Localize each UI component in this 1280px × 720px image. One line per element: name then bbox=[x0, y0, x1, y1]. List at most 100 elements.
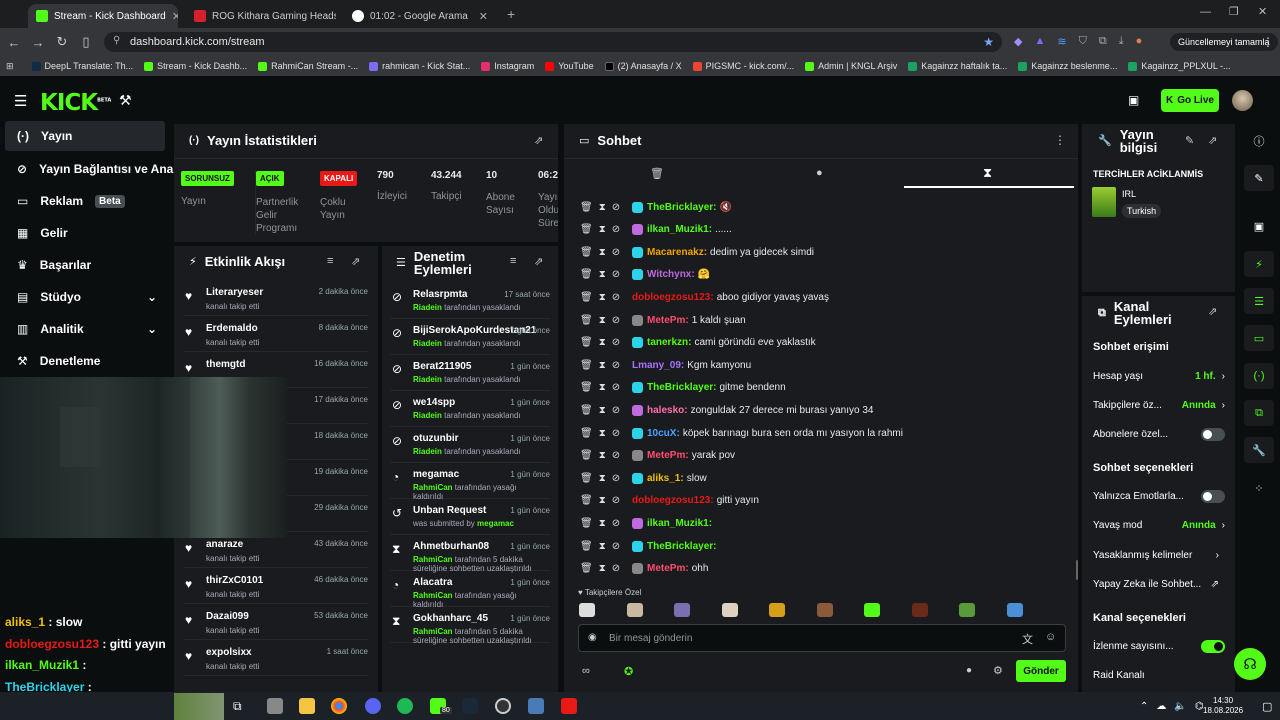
timeout-icon[interactable]: ⧗ bbox=[599, 202, 606, 213]
ban-icon[interactable]: ⊘ bbox=[612, 247, 620, 258]
activity-row[interactable]: ♥ thirZxC0101 kanalı takip etti 46 dakika ö… bbox=[184, 570, 368, 604]
moderation-row[interactable]: ⊘ otuzunbir Riadein tarafından yasaklandı 1… bbox=[390, 429, 550, 463]
settings-gear-icon[interactable]: ⚙ bbox=[993, 664, 1003, 677]
layers-icon[interactable]: ⧉ bbox=[1244, 400, 1274, 426]
shield-icon[interactable]: ⛉ bbox=[1079, 35, 1087, 48]
spotify-icon[interactable] bbox=[397, 698, 413, 714]
emoji-icon[interactable]: ☺ bbox=[1045, 631, 1056, 643]
timeout-icon[interactable]: ⧗ bbox=[599, 247, 606, 258]
bookmark-item[interactable]: Kagainzz haftalık ta... bbox=[908, 61, 1007, 71]
sidebar-item-basarilar[interactable]: ♛ Başarılar bbox=[5, 250, 165, 280]
ban-icon[interactable]: ⊘ bbox=[612, 315, 620, 326]
extension-icon[interactable]: ▲ bbox=[1034, 35, 1045, 48]
raid-row[interactable]: Raid Kanalı bbox=[1093, 665, 1225, 685]
subs-only-toggle[interactable] bbox=[1201, 427, 1225, 441]
delete-message-icon[interactable]: 🗑 bbox=[580, 541, 593, 552]
ban-icon[interactable]: ⊘ bbox=[612, 292, 620, 303]
moderation-row[interactable]: ↺ Unban Request was submitted by megamac 1 … bbox=[390, 501, 550, 535]
task-view-icon[interactable]: ⧉ bbox=[233, 699, 242, 714]
chat-message[interactable]: 🗑 ⧗ ⊘ aliks_1: slow bbox=[580, 467, 1070, 489]
hourglass-icon[interactable]: ⧗ bbox=[983, 165, 992, 181]
ban-icon[interactable]: ⊘ bbox=[612, 382, 620, 393]
share-icon[interactable]: ∞ bbox=[582, 665, 590, 677]
chat-username[interactable]: Lmany_09: bbox=[632, 360, 684, 371]
send-button[interactable]: Gönder bbox=[1016, 660, 1066, 682]
steam-icon[interactable] bbox=[462, 698, 478, 714]
chat-username[interactable]: 10cuX: bbox=[647, 428, 680, 439]
minimize-icon[interactable]: — bbox=[1200, 6, 1211, 18]
bookmark-item[interactable]: Instagram bbox=[481, 61, 534, 71]
chat-message[interactable]: 🗑 ⧗ ⊘ Lmany_09: Kgm kamyonu bbox=[580, 354, 1070, 376]
obs-icon[interactable] bbox=[495, 698, 511, 714]
support-chat-icon[interactable]: ☊ bbox=[1234, 648, 1266, 680]
chat-message[interactable]: 🗑 ⧗ ⊘ 10cuX: köpek barınagı bura sen orda mı… bbox=[580, 422, 1070, 444]
bookmark-item[interactable]: RahmiCan Stream -... bbox=[258, 61, 358, 71]
chat-message[interactable]: 🗑 ⧗ ⊘ tanerkzn: cami göründü eve yaklastık bbox=[580, 332, 1070, 354]
tab-rog-headset[interactable]: ROG Kithara Gaming Headset | ✕ bbox=[186, 4, 336, 28]
downloads-icon[interactable]: ⤓ bbox=[1119, 35, 1124, 48]
timeout-icon[interactable]: ⧗ bbox=[599, 428, 606, 439]
bookmark-star-icon[interactable]: ★ bbox=[983, 35, 994, 49]
list-icon[interactable]: ☰ bbox=[1244, 288, 1274, 314]
delete-message-icon[interactable]: 🗑 bbox=[580, 382, 593, 393]
apps-grid-icon[interactable]: ⊞ bbox=[6, 61, 14, 72]
extension-icon[interactable]: ≋ bbox=[1057, 35, 1066, 48]
info-icon[interactable]: ⓘ bbox=[1244, 128, 1274, 154]
emote-icon[interactable] bbox=[959, 603, 975, 617]
delete-message-icon[interactable]: 🗑 bbox=[580, 337, 593, 348]
ban-icon[interactable]: ⊘ bbox=[612, 202, 620, 213]
chat-username[interactable]: tanerkzn: bbox=[647, 337, 691, 348]
translate-icon[interactable]: 文 bbox=[1022, 631, 1033, 647]
timeout-icon[interactable]: ⧗ bbox=[599, 473, 606, 484]
chat-username[interactable]: ilkan_Muzik1: bbox=[647, 224, 712, 235]
bookmark-item[interactable]: PIGSMC - kick.com/... bbox=[692, 61, 794, 71]
emote-icon[interactable] bbox=[769, 603, 785, 617]
chat-message[interactable]: 🗑 ⧗ ⊘ TheBricklayer: bbox=[580, 535, 1070, 557]
bookmark-item[interactable]: rahmican - Kick Stat... bbox=[369, 61, 470, 71]
chat-username[interactable]: TheBricklayer: bbox=[647, 202, 717, 213]
tab-kick-dashboard[interactable]: Stream - Kick Dashboard ✕ bbox=[28, 4, 178, 28]
ban-icon[interactable]: ⊘ bbox=[612, 473, 620, 484]
activity-row[interactable]: ♥ Literaryeser kanalı takip etti 2 dakika ö… bbox=[184, 282, 368, 316]
chat-message[interactable]: 🗑 ⧗ ⊘ MetePm: ohh bbox=[580, 558, 1070, 580]
new-tab-icon[interactable]: + bbox=[507, 6, 515, 22]
emote-icon[interactable] bbox=[911, 603, 928, 617]
edit-pencil-icon[interactable]: ✎ bbox=[1185, 134, 1194, 147]
delete-message-icon[interactable]: 🗑 bbox=[580, 518, 593, 529]
widgets-thumbnail[interactable] bbox=[174, 693, 224, 720]
delete-message-icon[interactable]: 🗑 bbox=[580, 269, 593, 280]
notifications-icon[interactable]: ▢ bbox=[1262, 700, 1272, 713]
chat-menu-icon[interactable]: ⋮ bbox=[1054, 133, 1066, 147]
go-live-button[interactable]: K Go Live bbox=[1161, 89, 1219, 112]
cloud-icon[interactable]: ☁ bbox=[1156, 701, 1166, 712]
app-icon[interactable] bbox=[561, 698, 577, 714]
moderation-row[interactable]: ⊘ we14spp Riadein tarafından yasaklandı 1 g… bbox=[390, 393, 550, 427]
timeout-icon[interactable]: ⧗ bbox=[599, 495, 606, 506]
emote-icon[interactable] bbox=[579, 603, 595, 617]
site-info-icon[interactable]: ⚲ bbox=[113, 35, 120, 46]
reload-icon[interactable]: ↻ bbox=[52, 34, 72, 50]
chat-username[interactable]: MetePm: bbox=[647, 450, 689, 461]
slow-mode-row[interactable]: Yavaş mod Anında › bbox=[1093, 515, 1225, 535]
delete-message-icon[interactable]: 🗑 bbox=[580, 292, 593, 303]
delete-message-icon[interactable]: 🗑 bbox=[580, 315, 593, 326]
moderation-row[interactable]: ◔ Alacatra RahmiCan tarafından yasağı kald… bbox=[390, 573, 550, 609]
chat-username[interactable]: MetePm: bbox=[647, 563, 689, 574]
chat-message[interactable]: 🗑 ⧗ ⊘ halesko: zonguldak 27 derece mi burası… bbox=[580, 399, 1070, 421]
ban-icon[interactable]: ⊘ bbox=[612, 360, 620, 371]
timeout-icon[interactable]: ⧗ bbox=[599, 360, 606, 371]
chat-scrollbar[interactable] bbox=[1076, 560, 1078, 580]
emote-icon[interactable] bbox=[1006, 603, 1023, 617]
emote-icon[interactable] bbox=[721, 603, 738, 617]
emote-only-toggle[interactable] bbox=[1201, 489, 1225, 503]
wrench-icon[interactable]: 🔧 bbox=[1244, 437, 1274, 463]
delete-message-icon[interactable]: 🗑 bbox=[580, 450, 593, 461]
close-window-icon[interactable]: ✕ bbox=[1258, 5, 1267, 18]
kick-logo[interactable]: KICKBETA bbox=[40, 90, 111, 116]
sidebar-item-stream-key[interactable]: ⊘Yayın Bağlantısı ve Anahtar bbox=[5, 154, 175, 184]
chat-message[interactable]: 🗑 ⧗ ⊘ Macarenakz: dedim ya gidecek simdi bbox=[580, 241, 1070, 263]
delete-message-icon[interactable]: 🗑 bbox=[580, 563, 593, 574]
bookmark-item[interactable]: (2) Anasayfa / X bbox=[604, 61, 682, 71]
timeout-icon[interactable]: ⧗ bbox=[599, 382, 606, 393]
forward-icon[interactable]: → bbox=[28, 35, 48, 50]
